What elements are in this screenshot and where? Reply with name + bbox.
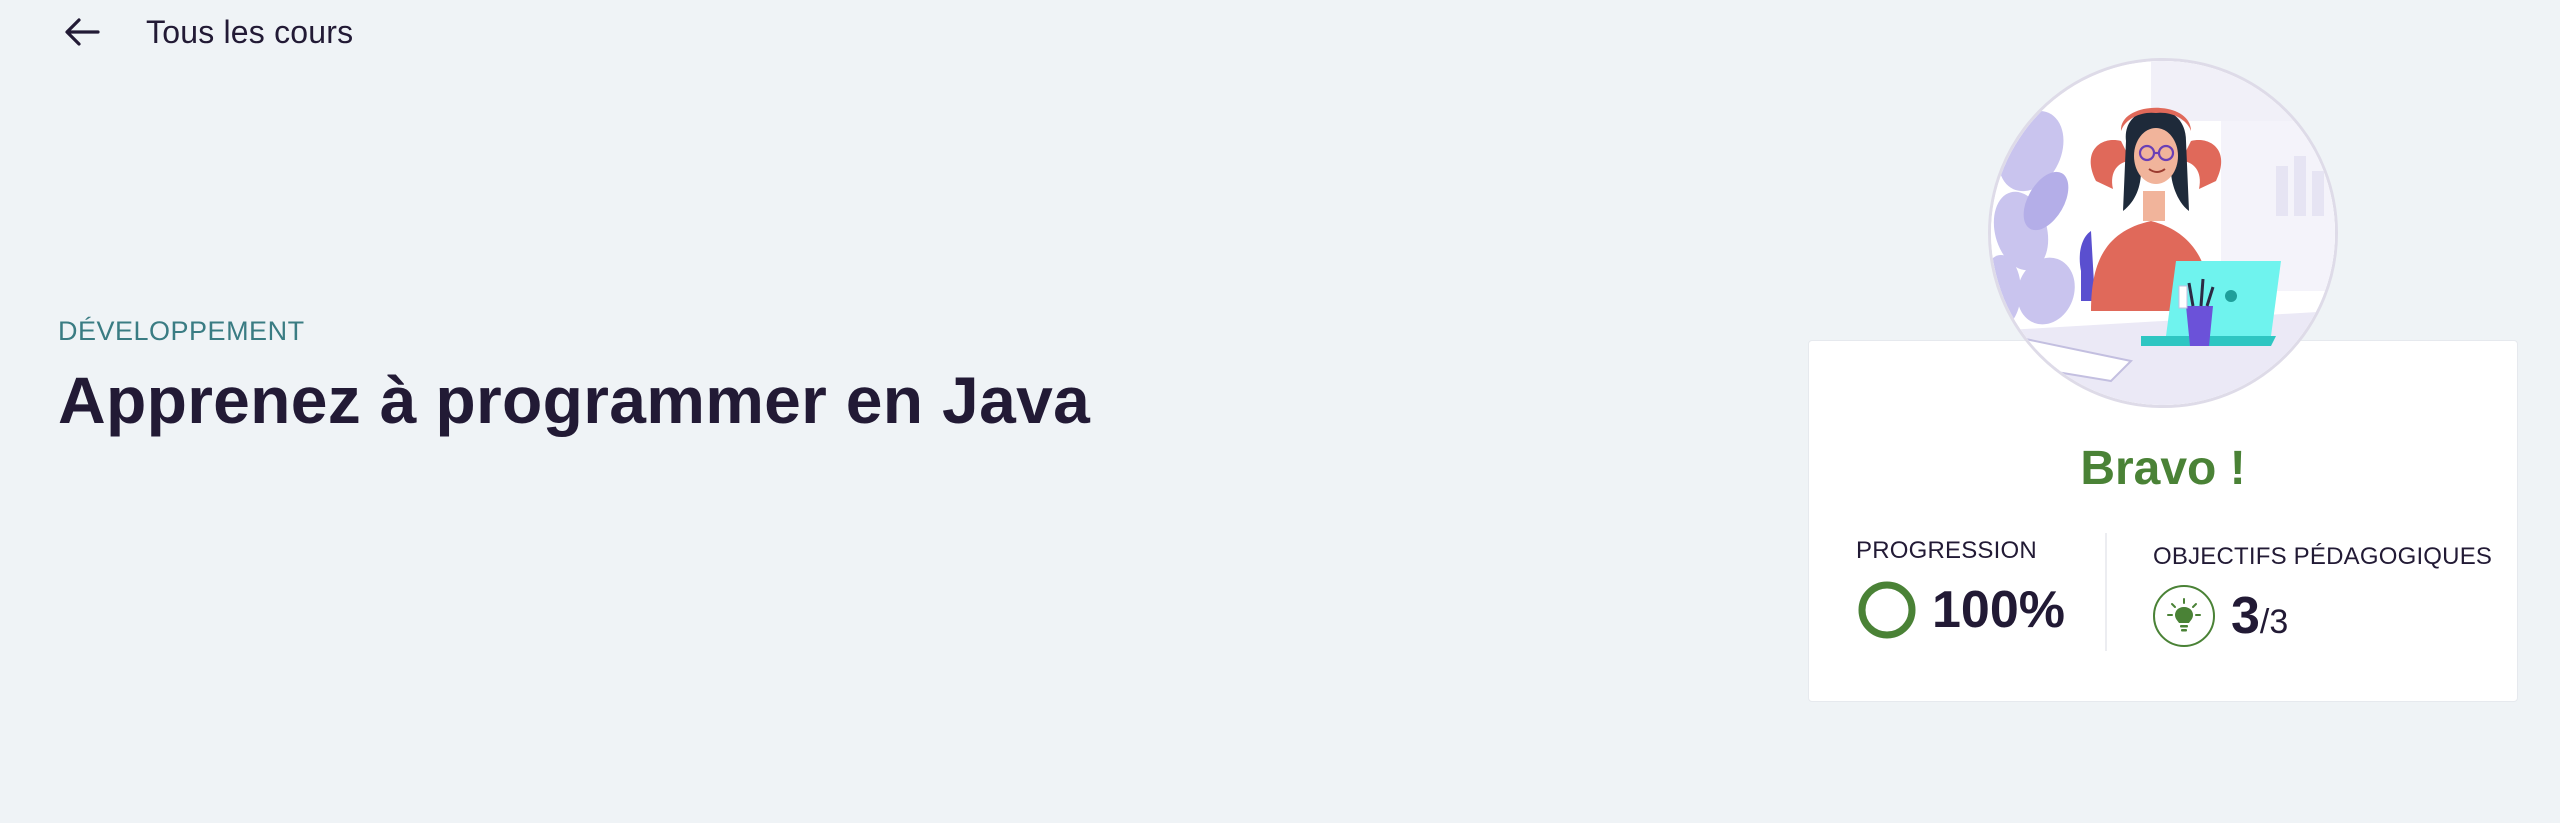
- course-title: Apprenez à programmer en Java: [58, 363, 1091, 437]
- course-category: DÉVELOPPEMENT: [58, 316, 305, 346]
- back-link-label[interactable]: Tous les cours: [146, 14, 353, 51]
- objectives-total: 3: [2269, 603, 2289, 641]
- relaxed-learner-illustration: [1988, 58, 2338, 408]
- congrats-headline: Bravo !: [2080, 442, 2246, 495]
- objectives-separator: /: [2259, 603, 2270, 641]
- arrow-left-icon[interactable]: [58, 8, 106, 56]
- back-to-all-courses-link[interactable]: Tous les cours: [58, 8, 353, 56]
- objectives-label: OBJECTIFS PÉDAGOGIQUES: [2153, 543, 2493, 570]
- objectives-stat: OBJECTIFS PÉDAGOGIQUES 3 / 3: [2153, 543, 2492, 647]
- progress-ring-icon: [1858, 581, 1916, 639]
- progress-stat: PROGRESSION 100%: [1856, 537, 2065, 641]
- lightbulb-icon: [2153, 585, 2215, 647]
- stat-divider: [2105, 533, 2107, 651]
- objectives-completed: 3: [2231, 587, 2260, 645]
- progress-value: 100%: [1932, 581, 2065, 639]
- progress-label: PROGRESSION: [1856, 537, 2037, 564]
